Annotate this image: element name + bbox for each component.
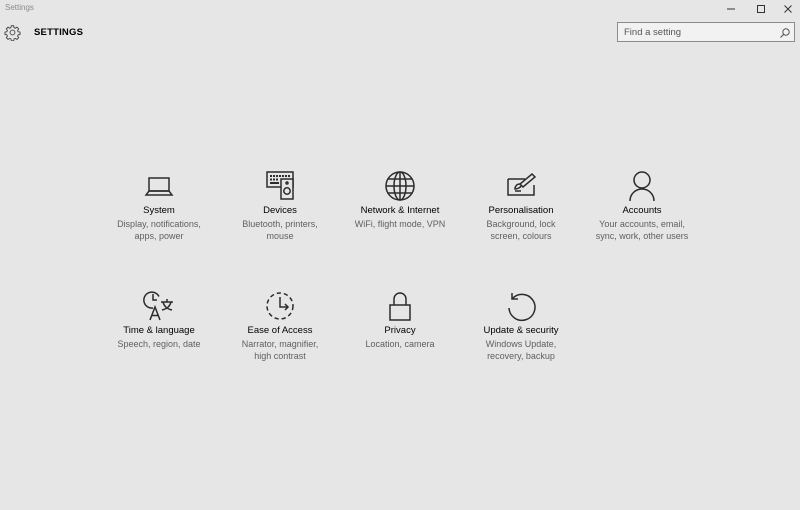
category-system[interactable]: System Display, notifications, apps, pow… xyxy=(96,170,222,280)
category-label: Network & Internet xyxy=(360,205,440,216)
category-description: Your accounts, email, sync, work, other … xyxy=(595,219,689,241)
category-description: Speech, region, date xyxy=(117,339,201,349)
category-time-language[interactable]: Time & language Speech, region, date xyxy=(96,290,222,400)
category-description: Location, camera xyxy=(365,339,435,349)
minimize-button[interactable] xyxy=(716,0,746,18)
category-description: Bluetooth, printers, mouse xyxy=(242,219,318,241)
close-button[interactable] xyxy=(773,0,800,18)
category-label: Accounts xyxy=(622,205,662,216)
lock-icon xyxy=(384,290,416,322)
page-title: SETTINGS xyxy=(34,27,84,38)
category-label: System xyxy=(143,205,175,216)
category-update-security[interactable]: Update & security Windows Update, recove… xyxy=(458,290,584,400)
person-icon xyxy=(626,170,658,202)
ease-of-access-icon xyxy=(264,290,296,322)
category-accounts[interactable]: Accounts Your accounts, email, sync, wor… xyxy=(579,170,705,280)
category-ease-of-access[interactable]: Ease of Access Narrator, magnifier, high… xyxy=(217,290,343,400)
category-privacy[interactable]: Privacy Location, camera xyxy=(337,290,463,400)
title-bar[interactable]: Settings xyxy=(0,0,800,18)
maximize-icon xyxy=(757,5,765,13)
category-label: Devices xyxy=(263,205,297,216)
category-label: Update & security xyxy=(483,325,559,336)
search-input[interactable] xyxy=(618,23,784,41)
category-devices[interactable]: Devices Bluetooth, printers, mouse xyxy=(217,170,343,280)
window-title: Settings xyxy=(5,3,34,12)
close-icon xyxy=(784,5,792,13)
globe-icon xyxy=(384,170,416,202)
gear-icon xyxy=(4,24,21,42)
laptop-icon xyxy=(143,170,175,202)
search-box[interactable] xyxy=(617,22,795,42)
settings-window: Settings SETTINGS Find a setting System … xyxy=(0,0,800,510)
category-description: Background, lock screen, colours xyxy=(486,219,556,241)
category-description: WiFi, flight mode, VPN xyxy=(354,219,446,229)
search-icon xyxy=(780,28,790,38)
devices-icon xyxy=(264,170,296,202)
category-description: Windows Update, recovery, backup xyxy=(485,339,557,361)
category-label: Ease of Access xyxy=(247,325,313,336)
category-description: Narrator, magnifier, high contrast xyxy=(241,339,319,361)
clock-language-icon xyxy=(143,290,175,322)
category-label: Time & language xyxy=(123,325,195,336)
category-label: Personalisation xyxy=(488,205,554,216)
category-label: Privacy xyxy=(384,325,416,336)
minimize-icon xyxy=(727,8,735,10)
maximize-button[interactable] xyxy=(746,0,776,18)
category-personalisation[interactable]: Personalisation Background, lock screen,… xyxy=(458,170,584,280)
category-network[interactable]: Network & Internet WiFi, flight mode, VP… xyxy=(337,170,463,280)
refresh-icon xyxy=(505,290,537,322)
search-button[interactable] xyxy=(779,26,791,38)
paintbrush-icon xyxy=(505,170,537,202)
category-description: Display, notifications, apps, power xyxy=(117,219,201,241)
